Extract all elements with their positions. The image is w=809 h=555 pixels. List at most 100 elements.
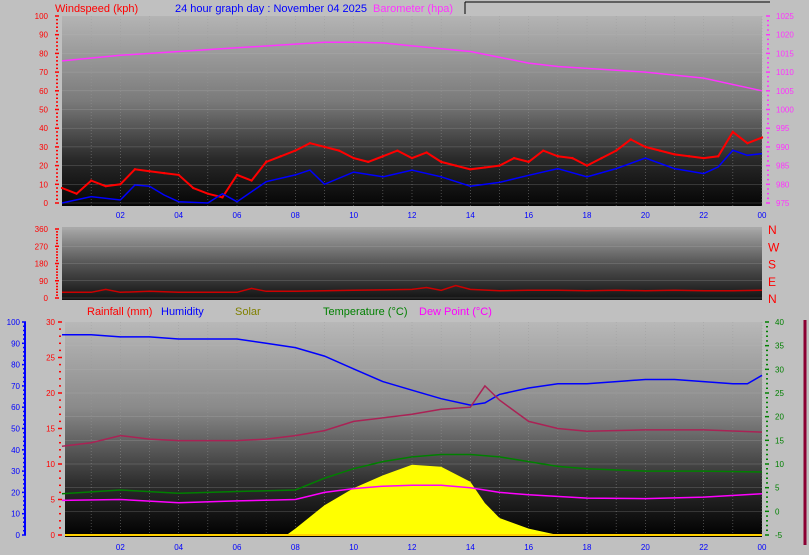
windspeed-point (75, 192, 78, 195)
barometer-axis-tick-label: 985 (776, 162, 790, 171)
windspeed-point (264, 160, 268, 164)
humidity-axis-tick-label: 30 (11, 467, 20, 476)
windspeed-axis-tick-label: 90 (39, 31, 48, 40)
windspeed-point (119, 183, 122, 186)
humidity-axis-tick-label: 0 (16, 531, 21, 540)
windspeed-point (425, 151, 428, 154)
windspeed-point (279, 155, 282, 158)
windspeed-axis-tick-label: 20 (39, 162, 48, 171)
windspeed-point (760, 136, 764, 139)
windspeed-point (104, 184, 107, 188)
time-tick-label: 22 (699, 211, 708, 220)
windspeed-point (673, 153, 676, 156)
humidity-axis-tick-label: 10 (11, 510, 20, 519)
humidity-axis-tick-label: 80 (11, 361, 20, 370)
humidity-axis-tick-label: 90 (11, 339, 20, 348)
windspeed-point (746, 141, 749, 145)
windspeed-point (498, 164, 501, 167)
windspeed-point (702, 156, 705, 160)
temperature-axis-tick-label: 5 (775, 484, 780, 493)
windspeed-point (600, 156, 603, 160)
windspeed-point (60, 186, 64, 190)
windspeed-point (221, 196, 224, 199)
windspeed-point (89, 179, 93, 182)
windspeed-point (323, 145, 326, 149)
compass-label: W (768, 240, 780, 254)
windspeed-axis-tick-label: 60 (39, 87, 48, 96)
windspeed-point (454, 164, 457, 167)
rainfall-axis-tick-label: 15 (46, 425, 55, 434)
rainfall-axis-tick-label: 20 (46, 389, 55, 398)
windspeed-point (644, 145, 647, 149)
compass-label: E (768, 275, 776, 289)
temperature-axis-tick-label: -5 (775, 531, 783, 540)
temperature-axis-tick-label: 25 (775, 389, 784, 398)
time-tick-label: 10 (349, 543, 358, 552)
legend-temperature: Temperature (°C) (323, 306, 407, 318)
windspeed-point (133, 168, 137, 171)
time-tick-label: 04 (174, 543, 183, 552)
windspeed-point (571, 156, 574, 160)
windspeed-point (308, 141, 312, 145)
time-tick-label: 12 (408, 543, 417, 552)
windspeed-point (148, 170, 151, 173)
windspeed-point (235, 173, 239, 177)
humidity-axis-tick-label: 100 (7, 318, 21, 327)
windspeed-point (469, 168, 472, 171)
windspeed-point (687, 155, 691, 158)
direction-axis-tick-label: 180 (35, 260, 49, 269)
windspeed-point (294, 149, 297, 152)
time-tick-label: 04 (174, 211, 183, 220)
weather-graph: Windspeed (kph) 24 hour graph day : Nove… (7, 1, 807, 552)
time-tick-label: 14 (466, 543, 475, 552)
time-tick-label: 12 (408, 211, 417, 220)
temperature-axis-tick-label: 0 (775, 507, 780, 516)
temperature-axis-tick-label: 35 (775, 342, 784, 351)
graph-title: 24 hour graph day : November 04 2025 (175, 3, 367, 15)
windspeed-point (410, 156, 414, 160)
windspeed-axis-tick-label: 40 (39, 124, 48, 133)
time-tick-label: 18 (583, 543, 592, 552)
windspeed-point (512, 156, 516, 160)
windspeed-point (542, 149, 545, 152)
barometer-axis-tick-label: 1005 (776, 87, 794, 96)
rainfall-axis-tick-label: 30 (46, 318, 55, 327)
windspeed-point (658, 149, 662, 152)
barometer-axis-tick-label: 1015 (776, 49, 794, 58)
barometer-axis-tick-label: 980 (776, 180, 790, 189)
windspeed-axis-tick-label: 80 (39, 49, 48, 58)
time-tick-label: 16 (524, 543, 533, 552)
time-tick-label: 02 (116, 543, 125, 552)
windspeed-point (396, 149, 399, 152)
time-tick-label: 08 (291, 211, 300, 220)
windspeed-axis-tick-label: 100 (35, 12, 49, 21)
windspeed-point (717, 155, 720, 158)
barometer-axis-tick-label: 1020 (776, 31, 794, 40)
barometer-axis-tick-label: 1025 (776, 12, 794, 21)
direction-axis-tick-label: 0 (44, 294, 49, 303)
windspeed-point (439, 160, 443, 164)
humidity-axis-tick-label: 40 (11, 446, 20, 455)
temperature-axis-tick-label: 30 (775, 365, 784, 374)
windspeed-axis-title: Windspeed (kph) (55, 3, 138, 15)
barometer-axis-tick-label: 1000 (776, 106, 794, 115)
barometer-axis-tick-label: 1010 (776, 68, 794, 77)
humidity-axis-tick-label: 50 (11, 425, 20, 434)
legend-dewpoint: Dew Point (°C) (419, 306, 492, 318)
windspeed-axis-tick-label: 0 (44, 199, 49, 208)
windspeed-axis-tick-label: 10 (39, 180, 48, 189)
time-tick-label: 00 (758, 543, 767, 552)
windspeed-axis-tick-label: 30 (39, 143, 48, 152)
rainfall-axis-tick-label: 0 (51, 531, 56, 540)
temperature-axis-tick-label: 20 (775, 413, 784, 422)
humidity-axis-tick-label: 60 (11, 403, 20, 412)
windspeed-point (483, 166, 487, 169)
windspeed-point (206, 192, 210, 195)
windspeed-point (629, 138, 632, 141)
compass-label: N (768, 292, 777, 306)
direction-axis-tick-label: 90 (39, 277, 48, 286)
time-tick-label: 00 (758, 211, 767, 220)
legend-humidity: Humidity (161, 306, 204, 318)
time-tick-label: 02 (116, 211, 125, 220)
time-tick-label: 18 (583, 211, 592, 220)
